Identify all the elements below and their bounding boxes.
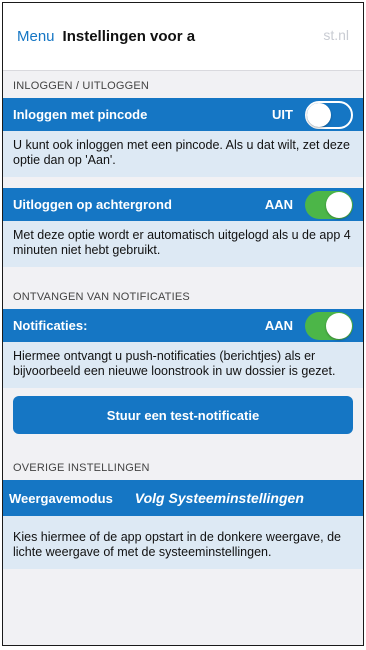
display-mode-value[interactable]: Volg Systeeminstellingen bbox=[135, 490, 304, 506]
menu-button[interactable]: Menu bbox=[17, 28, 55, 45]
page-title: Instellingen voor a bbox=[62, 28, 196, 45]
toggle-knob bbox=[307, 102, 331, 127]
send-test-notification-button[interactable]: Stuur een test-notificatie bbox=[13, 396, 353, 434]
app-screen: Menu Instellingen voor a st.nl INLOGGEN … bbox=[2, 2, 364, 646]
background-logout-description: Met deze optie wordt er automatisch uitg… bbox=[3, 221, 363, 267]
display-mode-row[interactable]: Weergavemodus Volg Systeeminstellingen bbox=[3, 480, 363, 516]
section-header-notifications: ONTVANGEN VAN NOTIFICATIES bbox=[13, 291, 190, 303]
navigation-bar: Menu Instellingen voor a st.nl bbox=[3, 3, 363, 71]
pin-login-state: UIT bbox=[272, 107, 293, 122]
pin-login-label: Inloggen met pincode bbox=[13, 107, 148, 122]
background-logout-row[interactable]: Uitloggen op achtergrond AAN bbox=[3, 188, 363, 221]
display-mode-description: Kies hiermee of de app opstart in de don… bbox=[3, 516, 363, 569]
toggle-knob bbox=[326, 191, 352, 218]
pin-login-row[interactable]: Inloggen met pincode UIT bbox=[3, 98, 363, 131]
background-logout-label: Uitloggen op achtergrond bbox=[13, 197, 172, 212]
pin-login-description: U kunt ook inloggen met een pincode. Als… bbox=[3, 131, 363, 177]
section-header-login: INLOGGEN / UITLOGGEN bbox=[13, 80, 150, 92]
notifications-label: Notificaties: bbox=[13, 318, 88, 333]
section-header-other: OVERIGE INSTELLINGEN bbox=[13, 462, 150, 474]
toggle-knob bbox=[326, 312, 352, 339]
notifications-state: AAN bbox=[264, 318, 293, 333]
background-logout-state: AAN bbox=[264, 197, 293, 212]
notifications-toggle[interactable] bbox=[305, 311, 353, 340]
pin-login-toggle[interactable] bbox=[305, 100, 353, 129]
domain-text: st.nl bbox=[323, 27, 349, 43]
notifications-row[interactable]: Notificaties: AAN bbox=[3, 309, 363, 342]
notifications-description: Hiermee ontvangt u push-notificaties (be… bbox=[3, 342, 363, 388]
background-logout-toggle[interactable] bbox=[305, 190, 353, 219]
display-mode-label: Weergavemodus bbox=[9, 490, 113, 506]
